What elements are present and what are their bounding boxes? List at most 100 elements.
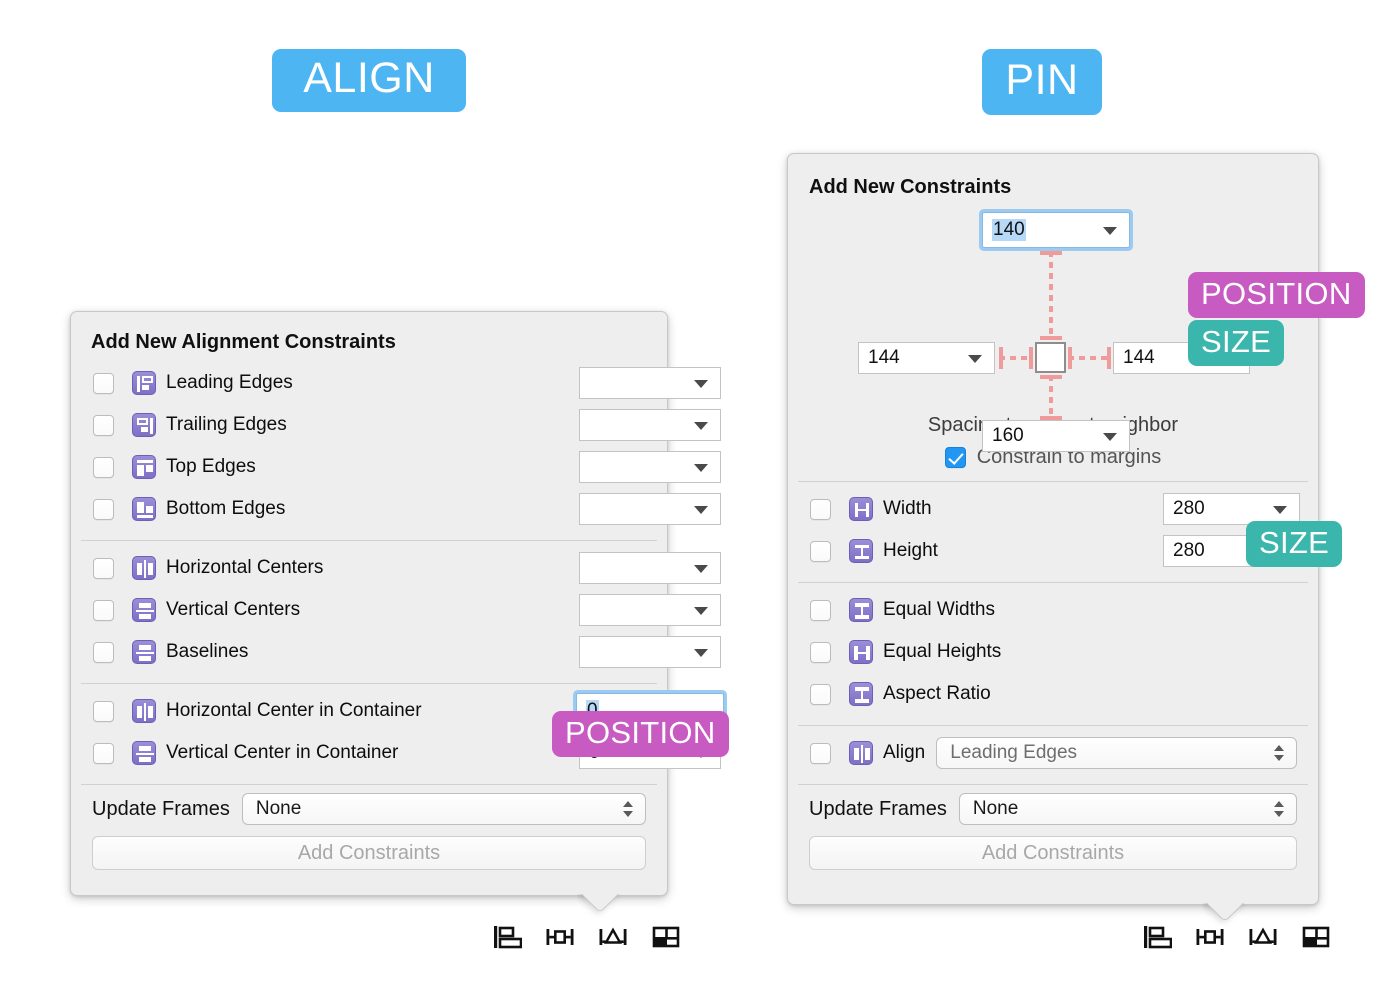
pin-row-equal-widths[interactable]: Equal Widths bbox=[788, 589, 1318, 631]
constrain-to-margins-checkbox[interactable] bbox=[944, 447, 966, 468]
divider bbox=[81, 683, 657, 684]
chevron-updown-icon bbox=[623, 800, 634, 818]
pin-right-spacing-value: 144 bbox=[1123, 347, 1155, 368]
equal-widths-checkbox[interactable] bbox=[810, 599, 831, 621]
align-row-label: Vertical Centers bbox=[166, 599, 301, 620]
align-edge-rows-group: Leading Edges Trailing Edges Top Edges B… bbox=[71, 354, 721, 530]
width-checkbox[interactable] bbox=[810, 498, 831, 520]
equal-heights-icon bbox=[849, 640, 873, 664]
leading-edges-icon bbox=[132, 371, 156, 395]
pin-tool-icon[interactable] bbox=[545, 923, 575, 951]
align-row-label: Horizontal Centers bbox=[166, 557, 324, 578]
chevron-down-icon bbox=[968, 355, 982, 363]
height-value: 280 bbox=[1173, 540, 1205, 561]
pin-size-rows-group: Width 280 Height 280 bbox=[788, 488, 1318, 572]
stack-tool-icon[interactable] bbox=[651, 923, 681, 951]
pin-row-label: Equal Widths bbox=[883, 599, 995, 620]
pin-row-align[interactable]: Align Leading Edges bbox=[788, 732, 1318, 774]
pin-align-label: Align bbox=[883, 742, 926, 763]
align-row-label: Baselines bbox=[166, 641, 249, 662]
divider bbox=[798, 481, 1308, 482]
bottom-edges-checkbox[interactable] bbox=[93, 498, 114, 520]
align-popover-arrow bbox=[577, 894, 621, 918]
pin-row-height[interactable]: Height 280 bbox=[788, 530, 1318, 572]
baselines-value-combo[interactable] bbox=[579, 636, 721, 668]
align-row-label: Leading Edges bbox=[166, 372, 293, 393]
horizontal-center-in-container-icon bbox=[132, 699, 156, 723]
pin-top-connector-icon bbox=[1035, 251, 1066, 340]
pin-top-spacing-field[interactable]: 140 bbox=[982, 212, 1130, 248]
align-row-trailing-edges[interactable]: Trailing Edges bbox=[71, 404, 721, 446]
align-tool-icon[interactable] bbox=[492, 923, 522, 951]
aspect-ratio-checkbox[interactable] bbox=[810, 683, 831, 705]
chevron-down-icon bbox=[1103, 433, 1117, 441]
divider bbox=[798, 725, 1308, 726]
screenshot-root: ALIGN PIN Add New Alignment Constraints … bbox=[0, 0, 1392, 1000]
trailing-edges-value-combo[interactable] bbox=[579, 409, 721, 441]
equal-heights-checkbox[interactable] bbox=[810, 641, 831, 663]
align-row-label: Top Edges bbox=[166, 456, 256, 477]
pin-row-label: Width bbox=[883, 498, 932, 519]
chevron-down-icon bbox=[694, 464, 708, 472]
top-edges-icon bbox=[132, 455, 156, 479]
align-row-vertical-centers[interactable]: Vertical Centers bbox=[71, 589, 721, 631]
pin-tool-icon[interactable] bbox=[1195, 923, 1225, 951]
vertical-center-in-container-icon bbox=[132, 741, 156, 765]
vertical-center-in-container-checkbox[interactable] bbox=[93, 742, 114, 764]
trailing-edges-icon bbox=[132, 413, 156, 437]
pin-right-connector-icon bbox=[1068, 342, 1111, 373]
pin-bottom-spacing-value: 160 bbox=[992, 425, 1024, 446]
leading-edges-value-combo[interactable] bbox=[579, 367, 721, 399]
pin-row-aspect-ratio[interactable]: Aspect Ratio bbox=[788, 673, 1318, 715]
top-edges-checkbox[interactable] bbox=[93, 456, 114, 478]
pin-bottom-spacing-field[interactable]: 160 bbox=[982, 420, 1130, 452]
horizontal-centers-checkbox[interactable] bbox=[93, 557, 114, 579]
align-panel-title: Add New Alignment Constraints bbox=[91, 331, 396, 353]
pin-popover: Add New Constraints 140 144 144 160 Spac… bbox=[787, 153, 1319, 905]
annotation-position-align: POSITION bbox=[552, 711, 729, 757]
bottom-edges-value-combo[interactable] bbox=[579, 493, 721, 525]
leading-edges-checkbox[interactable] bbox=[93, 372, 114, 394]
pin-left-connector-icon bbox=[999, 342, 1033, 373]
pin-row-width[interactable]: Width 280 bbox=[788, 488, 1318, 530]
height-checkbox[interactable] bbox=[810, 540, 831, 562]
stack-tool-icon[interactable] bbox=[1301, 923, 1331, 951]
pin-row-label: Aspect Ratio bbox=[883, 683, 991, 704]
divider bbox=[81, 540, 657, 541]
chevron-down-icon bbox=[694, 649, 708, 657]
resolve-tool-icon[interactable] bbox=[1248, 923, 1278, 951]
align-row-horizontal-centers[interactable]: Horizontal Centers bbox=[71, 547, 721, 589]
align-center-rows-group: Horizontal Centers Vertical Centers Base… bbox=[71, 547, 721, 673]
baselines-checkbox[interactable] bbox=[93, 641, 114, 663]
vertical-centers-icon bbox=[132, 598, 156, 622]
vertical-centers-checkbox[interactable] bbox=[93, 599, 114, 621]
pin-update-frames-value: None bbox=[972, 798, 1019, 819]
pin-equal-rows-group: Equal Widths Equal Heights Aspect Ratio bbox=[788, 589, 1318, 715]
chevron-down-icon bbox=[694, 607, 708, 615]
pin-align-popup[interactable]: Leading Edges bbox=[936, 737, 1297, 769]
vertical-centers-value-combo[interactable] bbox=[579, 594, 721, 626]
align-row-baselines[interactable]: Baselines bbox=[71, 631, 721, 673]
chevron-down-icon bbox=[1103, 227, 1117, 235]
align-row-bottom-edges[interactable]: Bottom Edges bbox=[71, 488, 721, 530]
horizontal-centers-value-combo[interactable] bbox=[579, 552, 721, 584]
pin-row-equal-heights[interactable]: Equal Heights bbox=[788, 631, 1318, 673]
align-checkbox[interactable] bbox=[810, 742, 831, 764]
align-update-frames-popup[interactable]: None bbox=[241, 793, 646, 825]
resolve-tool-icon[interactable] bbox=[598, 923, 628, 951]
pin-left-spacing-value: 144 bbox=[868, 347, 900, 368]
pin-row-label: Height bbox=[883, 540, 938, 561]
align-tool-icon[interactable] bbox=[1142, 923, 1172, 951]
align-row-top-edges[interactable]: Top Edges bbox=[71, 446, 721, 488]
chevron-down-icon bbox=[694, 380, 708, 388]
trailing-edges-checkbox[interactable] bbox=[93, 414, 114, 436]
align-row-label: Horizontal Center in Container bbox=[166, 700, 422, 721]
pin-update-frames-popup[interactable]: None bbox=[958, 793, 1297, 825]
horizontal-center-in-container-checkbox[interactable] bbox=[93, 700, 114, 722]
pin-add-constraints-button[interactable]: Add Constraints bbox=[809, 836, 1297, 870]
pin-left-spacing-field[interactable]: 144 bbox=[858, 342, 995, 374]
align-add-constraints-button[interactable]: Add Constraints bbox=[92, 836, 646, 870]
top-edges-value-combo[interactable] bbox=[579, 451, 721, 483]
align-row-leading-edges[interactable]: Leading Edges bbox=[71, 362, 721, 404]
align-update-frames-value: None bbox=[255, 798, 302, 819]
